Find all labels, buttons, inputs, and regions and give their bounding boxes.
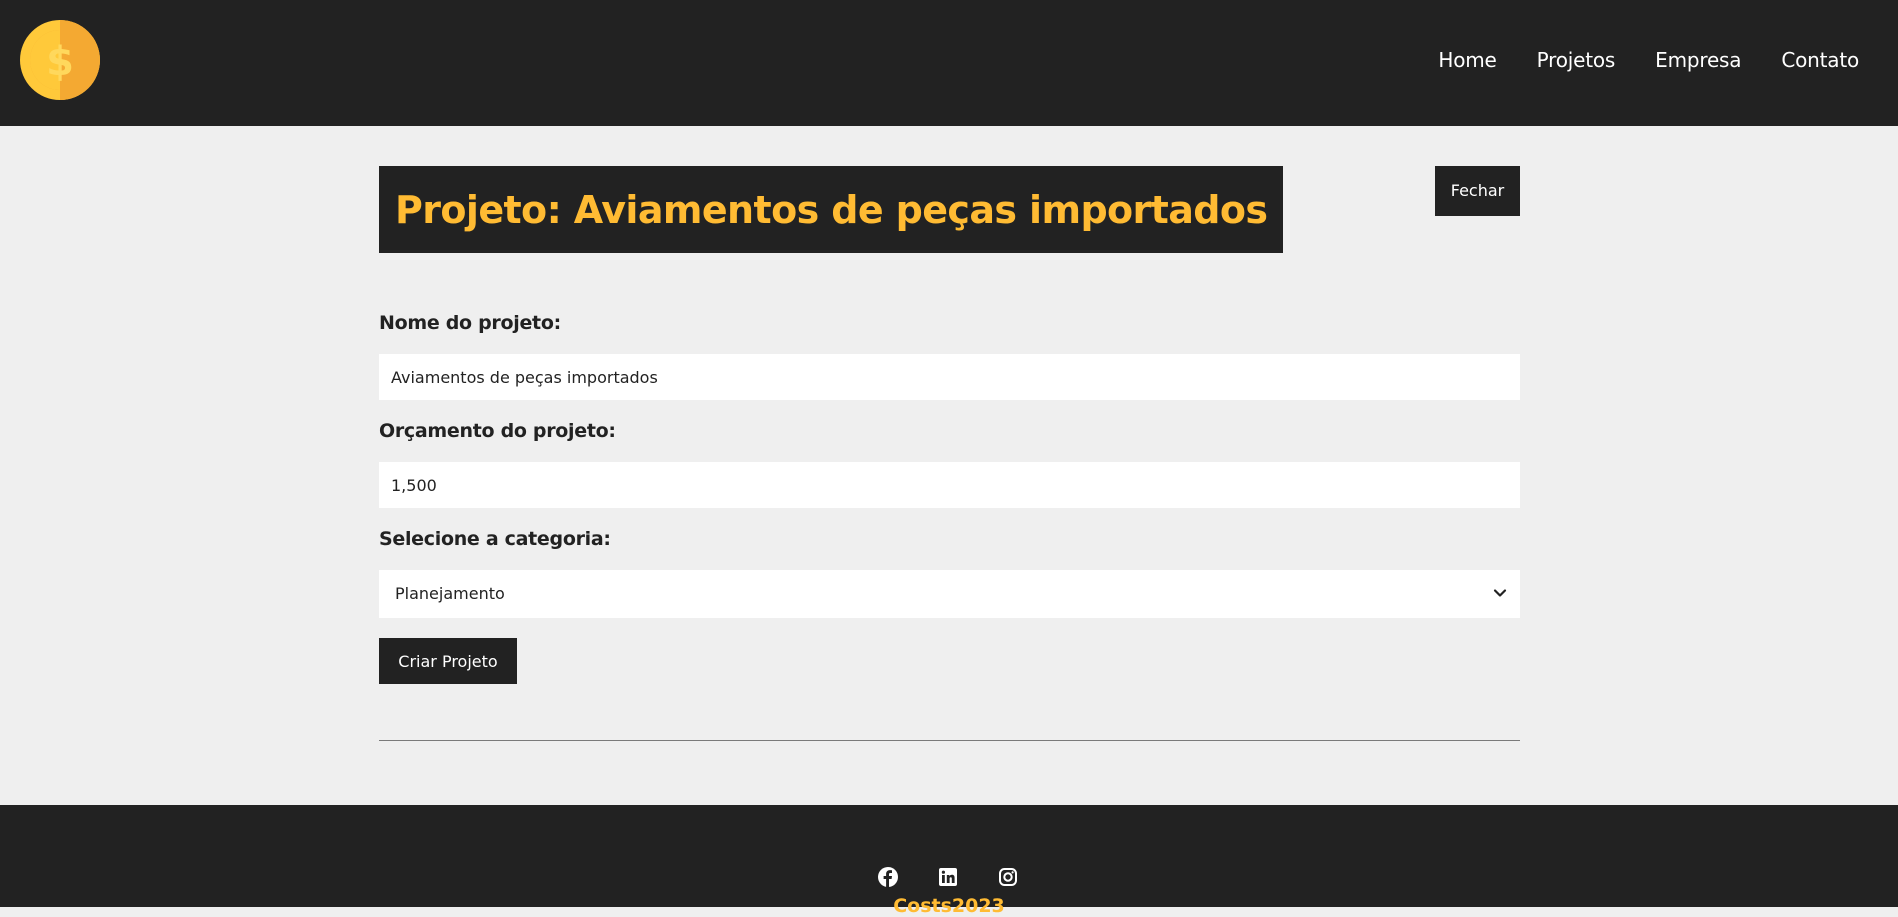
- nav-link-empresa[interactable]: Empresa: [1655, 48, 1741, 72]
- create-project-button[interactable]: Criar Projeto: [379, 638, 517, 684]
- footer: Costs2023: [0, 805, 1898, 917]
- project-name-input[interactable]: [379, 354, 1520, 400]
- coin-logo-icon[interactable]: $: [19, 19, 101, 101]
- social-links: [878, 867, 1018, 887]
- linkedin-icon[interactable]: [938, 867, 958, 887]
- chevron-down-icon: [1493, 589, 1507, 597]
- instagram-icon[interactable]: [998, 867, 1018, 887]
- nav-link-contato[interactable]: Contato: [1781, 48, 1859, 72]
- category-selected-value: Planejamento: [395, 584, 505, 603]
- category-select[interactable]: Planejamento: [379, 570, 1520, 618]
- project-title: Projeto: Aviamentos de peças importados: [395, 187, 1268, 232]
- copyright-text: Costs2023: [893, 895, 1005, 917]
- facebook-icon[interactable]: [878, 867, 898, 887]
- nav-item-empresa: Empresa: [1655, 48, 1741, 72]
- nav-link-home[interactable]: Home: [1438, 48, 1496, 72]
- nav-item-contato: Contato: [1781, 48, 1859, 72]
- project-form: Nome do projeto: Orçamento do projeto: S…: [379, 312, 1520, 684]
- navbar: $ Home Projetos Empresa Contato: [0, 0, 1898, 126]
- project-title-box: Projeto: Aviamentos de peças importados: [379, 166, 1284, 253]
- nav-menu: Home Projetos Empresa Contato: [1398, 48, 1859, 72]
- svg-text:$: $: [46, 39, 74, 85]
- divider: [379, 740, 1520, 741]
- category-label: Selecione a categoria:: [379, 528, 611, 550]
- name-label: Nome do projeto:: [379, 312, 561, 334]
- project-budget-input[interactable]: [379, 462, 1520, 508]
- close-button[interactable]: Fechar: [1435, 166, 1520, 216]
- nav-item-projetos: Projetos: [1537, 48, 1616, 72]
- nav-item-home: Home: [1438, 48, 1496, 72]
- nav-link-projetos[interactable]: Projetos: [1537, 48, 1616, 72]
- budget-label: Orçamento do projeto:: [379, 420, 616, 442]
